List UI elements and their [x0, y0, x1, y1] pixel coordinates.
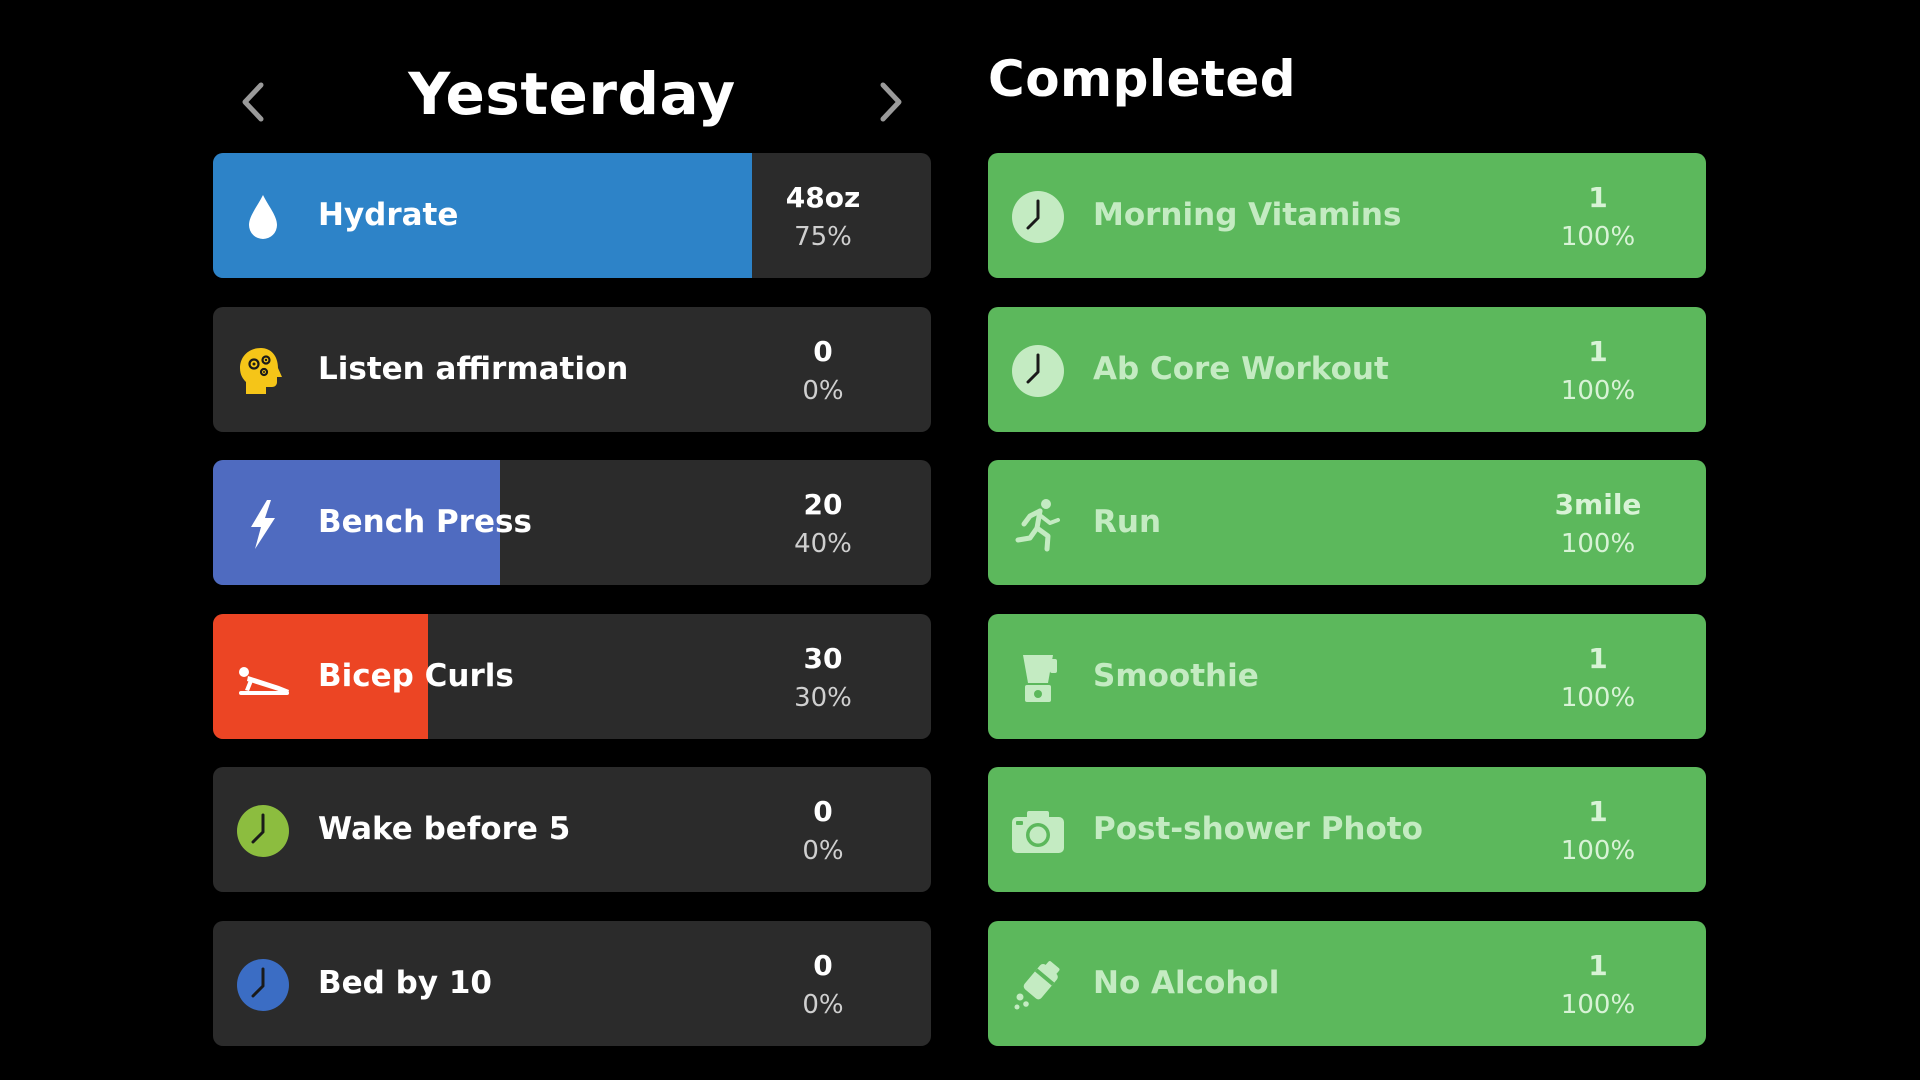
- lightning-icon: [235, 496, 291, 552]
- habit-count: 3mile: [1554, 488, 1642, 521]
- habit-count: 30: [803, 641, 843, 675]
- habit-percent: 0%: [802, 836, 844, 866]
- habit-row[interactable]: Bicep Curls 30 30%: [213, 613, 931, 739]
- habit-name: Ab Core Workout: [1093, 350, 1389, 387]
- completed-habit-row[interactable]: No Alcohol 1 100%: [988, 920, 1706, 1046]
- habit-percent: 100%: [1560, 989, 1636, 1020]
- habit-name: Listen affirmation: [318, 350, 629, 387]
- camera-icon: [1010, 803, 1066, 859]
- habit-name: Wake before 5: [318, 811, 571, 847]
- completed-habit-row[interactable]: Ab Core Workout 1 100%: [988, 306, 1706, 432]
- no-alcohol-icon: [1010, 957, 1066, 1013]
- day-title: Yesterday: [408, 60, 736, 128]
- clock-icon: [235, 957, 291, 1013]
- blender-icon: [1010, 650, 1066, 706]
- progress-fill: [213, 153, 752, 278]
- habit-name: Smoothie: [1093, 657, 1259, 694]
- habit-count: 0: [813, 948, 833, 982]
- habit-stats: 0 0%: [753, 333, 893, 411]
- habit-name: Post-shower Photo: [1093, 811, 1423, 847]
- habit-percent: 0%: [802, 375, 844, 406]
- habit-name: Bed by 10: [318, 964, 492, 1001]
- habit-row[interactable]: Bench Press 20 40%: [213, 460, 931, 585]
- habit-count: 1: [1588, 641, 1608, 675]
- habit-stats: 1 100%: [1528, 333, 1668, 411]
- habit-percent: 40%: [794, 529, 852, 559]
- clock-icon: [1010, 189, 1066, 245]
- habit-row[interactable]: Wake before 5 0 0%: [213, 767, 931, 892]
- habit-count: 1: [1588, 948, 1608, 982]
- habit-stats: 1 100%: [1528, 640, 1668, 718]
- habit-count: 48oz: [785, 181, 861, 214]
- habit-count: 0: [813, 795, 833, 828]
- habit-stats: 0 0%: [753, 793, 893, 871]
- habit-count: 1: [1588, 181, 1608, 214]
- habit-percent: 100%: [1560, 529, 1636, 559]
- habit-name: Hydrate: [318, 197, 459, 233]
- habit-count: 1: [1588, 334, 1608, 368]
- completed-habit-row[interactable]: Run 3mile 100%: [988, 460, 1706, 585]
- habit-row[interactable]: Listen affirmation 0 0%: [213, 306, 931, 432]
- habit-name: Run: [1093, 504, 1162, 540]
- habit-stats: 1 100%: [1528, 179, 1668, 257]
- habit-name: Morning Vitamins: [1093, 197, 1402, 233]
- chevron-right-icon[interactable]: [871, 72, 911, 132]
- pending-habit-list: Hydrate 48oz 75% Listen affirmation 0 0% Bench…: [213, 153, 931, 1074]
- water-drop-icon: [235, 189, 291, 245]
- habit-count: 1: [1588, 795, 1608, 828]
- habit-percent: 100%: [1560, 836, 1636, 866]
- runner-icon: [1010, 496, 1066, 552]
- habit-stats: 0 0%: [753, 947, 893, 1025]
- habit-name: Bench Press: [318, 504, 532, 540]
- head-gears-icon: [235, 343, 291, 399]
- habit-percent: 100%: [1560, 375, 1636, 406]
- habit-name: No Alcohol: [1093, 964, 1280, 1001]
- completed-habit-row[interactable]: Morning Vitamins 1 100%: [988, 153, 1706, 278]
- completed-habit-row[interactable]: Smoothie 1 100%: [988, 613, 1706, 739]
- habit-stats: 1 100%: [1528, 947, 1668, 1025]
- habit-count: 20: [803, 488, 843, 521]
- pushup-icon: [235, 650, 291, 706]
- completed-habit-list: Morning Vitamins 1 100% Ab Core Workout 1 100…: [988, 153, 1706, 1074]
- habit-percent: 0%: [802, 989, 844, 1020]
- completed-habit-row[interactable]: Post-shower Photo 1 100%: [988, 767, 1706, 892]
- habit-stats: 1 100%: [1528, 793, 1668, 871]
- completed-heading: Completed: [988, 50, 1297, 108]
- date-navigator: Yesterday: [213, 30, 931, 130]
- habit-stats: 3mile 100%: [1528, 486, 1668, 564]
- habit-percent: 30%: [794, 682, 852, 713]
- habit-row[interactable]: Hydrate 48oz 75%: [213, 153, 931, 278]
- habit-percent: 100%: [1560, 682, 1636, 713]
- habit-percent: 75%: [794, 222, 852, 252]
- habit-stats: 30 30%: [753, 640, 893, 718]
- clock-icon: [1010, 343, 1066, 399]
- habit-name: Bicep Curls: [318, 657, 514, 694]
- habit-row[interactable]: Bed by 10 0 0%: [213, 920, 931, 1046]
- habit-stats: 48oz 75%: [753, 179, 893, 257]
- clock-icon: [235, 803, 291, 859]
- habit-percent: 100%: [1560, 222, 1636, 252]
- habit-count: 0: [813, 334, 833, 368]
- habit-stats: 20 40%: [753, 486, 893, 564]
